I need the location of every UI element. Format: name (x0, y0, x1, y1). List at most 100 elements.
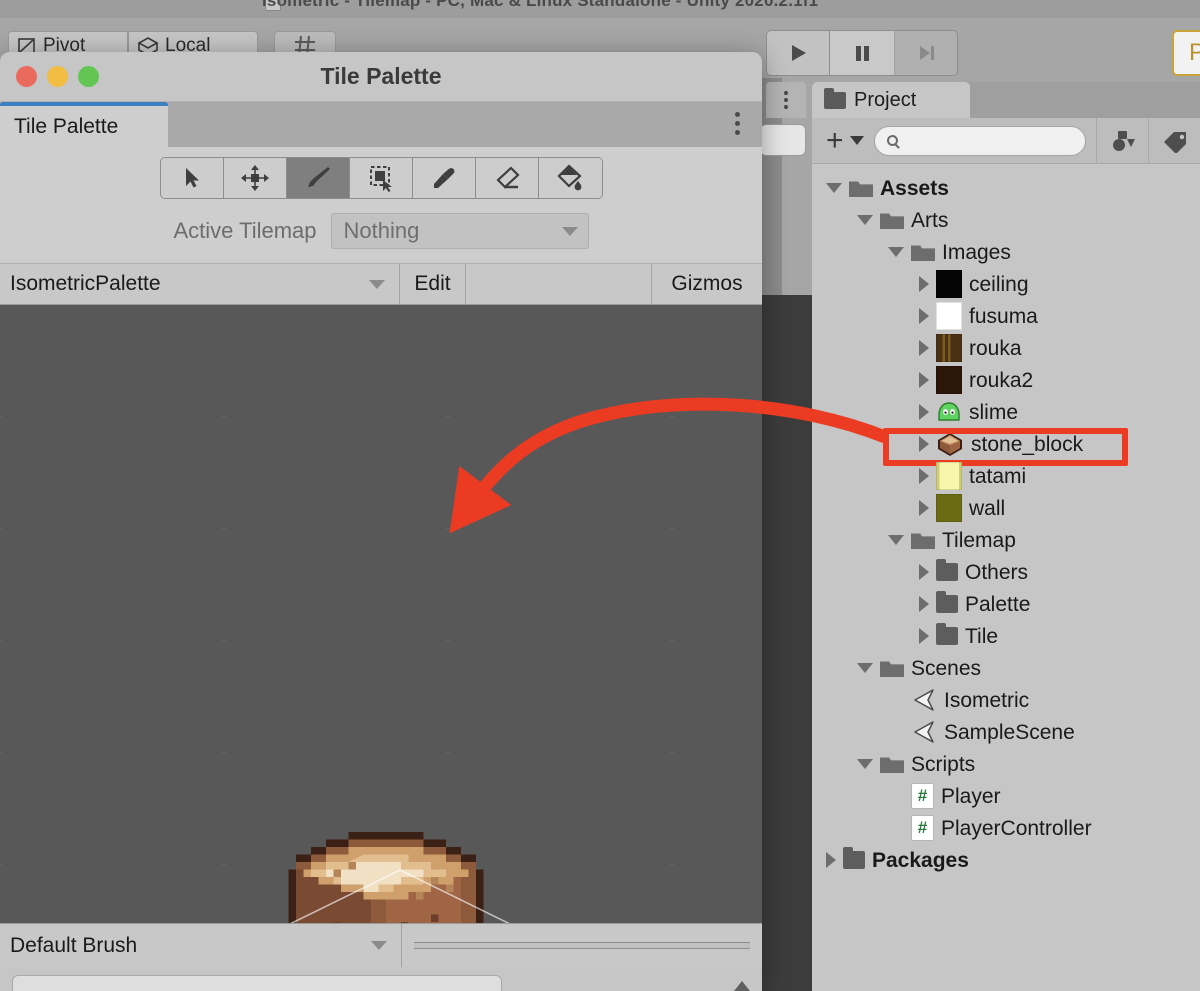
edit-button[interactable]: Edit (400, 264, 466, 304)
tool-button-group[interactable] (159, 157, 603, 199)
tree-row-palette[interactable]: Palette (812, 588, 1200, 620)
fill-tool-button[interactable] (538, 158, 602, 198)
tree-row-tile[interactable]: Tile (812, 620, 1200, 652)
playmode-controls[interactable] (766, 30, 958, 76)
paint-bucket-icon (557, 164, 582, 191)
tree-row-player[interactable]: # Player (812, 780, 1200, 812)
tree-row-assets[interactable]: Assets (812, 172, 1200, 204)
tree-row-slime[interactable]: slime (812, 396, 1200, 428)
tab-project[interactable]: Project (812, 82, 970, 118)
hidden-panel-field[interactable] (760, 124, 806, 156)
hidden-panel-menu[interactable] (766, 82, 806, 118)
stone-block-tile-sprite[interactable] (266, 817, 506, 923)
brush-dropdown[interactable]: Default Brush (0, 924, 402, 967)
chevron-down-icon[interactable] (857, 663, 873, 673)
slime-sprite-icon (938, 402, 960, 421)
tree-row-scripts[interactable]: Scripts (812, 748, 1200, 780)
palette-dropdown[interactable]: IsometricPalette (0, 264, 400, 304)
kebab-icon (766, 82, 806, 118)
tree-row-rouka2[interactable]: rouka2 (812, 364, 1200, 396)
chevron-right-icon[interactable] (919, 564, 929, 580)
chevron-down-icon[interactable] (857, 759, 873, 769)
chevron-right-icon[interactable] (919, 276, 929, 292)
account-button[interactable]: P (1172, 30, 1200, 76)
tile-palette-window-title: Tile Palette (320, 63, 442, 89)
chevron-right-icon[interactable] (919, 596, 929, 612)
scroll-up-icon[interactable] (734, 981, 750, 991)
tree-row-label: Tile (965, 624, 999, 648)
eraser-tool-button[interactable] (475, 158, 539, 198)
tab-tile-palette[interactable]: Tile Palette (0, 102, 168, 147)
move-tool-button[interactable] (223, 158, 287, 198)
footer-field[interactable] (12, 975, 502, 991)
asset-thumbnail (936, 494, 962, 522)
chevron-down-icon[interactable] (826, 183, 842, 193)
chevron-right-icon[interactable] (919, 628, 929, 644)
tree-row-wall[interactable]: wall (812, 492, 1200, 524)
tree-row-packages[interactable]: Packages (812, 844, 1200, 876)
tree-row-label: Others (965, 560, 1029, 584)
tree-row-tatami[interactable]: tatami (812, 460, 1200, 492)
tree-row-fusuma[interactable]: fusuma (812, 300, 1200, 332)
chevron-right-icon[interactable] (919, 404, 929, 420)
step-button[interactable] (894, 30, 958, 76)
pause-icon (856, 46, 869, 61)
active-tilemap-dropdown[interactable]: Nothing (330, 213, 589, 249)
label-button[interactable] (1148, 117, 1200, 164)
csharp-script-icon: # (911, 815, 934, 841)
chevron-right-icon[interactable] (919, 340, 929, 356)
gizmos-label: Gizmos (671, 272, 743, 295)
play-button[interactable] (766, 30, 830, 76)
tree-row-ceiling[interactable]: ceiling (812, 268, 1200, 300)
project-asset-tree[interactable]: Assets Arts Images ceiling fusuma rouka rouka2… (812, 164, 1200, 991)
chevron-down-icon (371, 941, 387, 950)
account-label: P (1189, 39, 1200, 67)
chevron-right-icon[interactable] (919, 308, 929, 324)
chevron-right-icon[interactable] (826, 852, 836, 868)
create-asset-button[interactable]: + (812, 118, 874, 163)
tile-palette-menu-button[interactable] (735, 112, 740, 135)
tree-row-playercontroller[interactable]: # PlayerController (812, 812, 1200, 844)
favorites-button[interactable] (1096, 117, 1148, 164)
project-search-box[interactable] (873, 125, 1086, 156)
chevron-right-icon[interactable] (919, 372, 929, 388)
folder-closed-icon (936, 591, 958, 613)
tree-row-others[interactable]: Others (812, 556, 1200, 588)
picker-tool-button[interactable] (412, 158, 476, 198)
tree-row-samplescene[interactable]: SampleScene (812, 716, 1200, 748)
folder-open-icon (911, 245, 935, 261)
tree-row-stone-block[interactable]: stone_block (812, 428, 1200, 466)
chevron-right-icon[interactable] (919, 436, 929, 452)
chevron-down-icon[interactable] (888, 535, 904, 545)
tree-row-isometric[interactable]: Isometric (812, 684, 1200, 716)
tab-project-label: Project (854, 88, 917, 111)
favorites-icon (1112, 130, 1135, 151)
slider-track (414, 942, 750, 949)
gizmos-button[interactable]: Gizmos (652, 264, 762, 304)
folder-open-icon (880, 757, 904, 773)
chevron-down-icon[interactable] (857, 215, 873, 225)
chevron-right-icon[interactable] (919, 468, 929, 484)
tree-row-label: Arts (911, 208, 949, 232)
tree-row-label: wall (969, 496, 1006, 520)
tree-row-rouka[interactable]: rouka (812, 332, 1200, 364)
pause-button[interactable] (830, 30, 894, 76)
chevron-down-icon[interactable] (888, 247, 904, 257)
tree-row-arts[interactable]: Arts (812, 204, 1200, 236)
panel-gutter-lower (760, 295, 812, 991)
brush-size-slider[interactable] (402, 924, 762, 967)
tree-row-images[interactable]: Images (812, 236, 1200, 268)
box-fill-tool-button[interactable] (349, 158, 413, 198)
paint-tool-button[interactable] (286, 158, 350, 198)
tile-palette-footer (0, 967, 762, 991)
tree-row-tilemap[interactable]: Tilemap (812, 524, 1200, 556)
search-input[interactable] (903, 132, 1073, 149)
folder-open-icon (849, 181, 873, 197)
chevron-down-icon (561, 226, 578, 236)
chevron-right-icon[interactable] (919, 500, 929, 516)
tree-row-scenes[interactable]: Scenes (812, 652, 1200, 684)
unity-scene-icon (914, 721, 934, 743)
palette-canvas[interactable] (0, 305, 762, 923)
select-tool-button[interactable] (160, 158, 224, 198)
unity-window-title: Isometric - Tilemap - PC, Mac & Linux St… (262, 0, 819, 10)
